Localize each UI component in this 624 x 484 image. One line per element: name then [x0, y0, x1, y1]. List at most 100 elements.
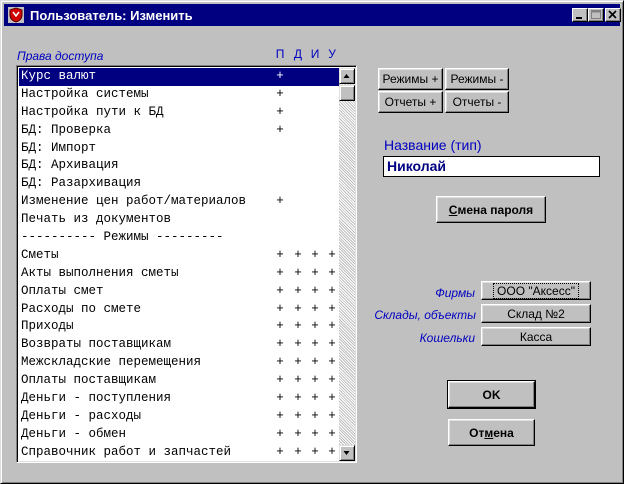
name-input[interactable]: Николай	[383, 156, 600, 177]
ok-button[interactable]: OK	[447, 380, 536, 409]
modes-plus-button[interactable]: Режимы +	[378, 68, 443, 90]
shield-icon[interactable]	[8, 7, 24, 23]
access-row[interactable]: Деньги - поступления + + + +	[19, 390, 339, 408]
cancel-button[interactable]: От м ена	[448, 419, 535, 446]
reports-minus-button[interactable]: Отчеты -	[445, 91, 509, 113]
access-row[interactable]: Настройка системы +	[19, 86, 339, 104]
access-row[interactable]: Изменение цен работ/материалов +	[19, 193, 339, 211]
access-row-label: БД: Импорт	[21, 140, 97, 155]
access-row[interactable]: Справочник работ и запчастей + + + +	[19, 444, 339, 462]
access-rights-list[interactable]: Курс валют + Настройка системы + Настройка п…	[16, 65, 357, 463]
access-row-perm-П[interactable]: +	[273, 104, 287, 122]
access-row-perm-П[interactable]: +	[273, 336, 287, 354]
access-row-perm-У[interactable]: +	[325, 283, 339, 301]
access-row-perm-П[interactable]: +	[273, 301, 287, 319]
access-row-perm-П[interactable]: +	[273, 390, 287, 408]
modes-minus-button[interactable]: Режимы -	[445, 68, 509, 90]
scroll-down-button[interactable]	[339, 445, 355, 461]
access-row-perm-Д[interactable]: +	[291, 408, 305, 426]
close-button[interactable]	[605, 8, 621, 22]
access-row-perm-И[interactable]: +	[308, 336, 322, 354]
access-row-perm-И[interactable]: +	[308, 408, 322, 426]
access-row[interactable]: Возвраты поставщикам + + + +	[19, 336, 339, 354]
access-row-perm-П[interactable]: +	[273, 408, 287, 426]
access-row-perm-И[interactable]: +	[308, 426, 322, 444]
access-row[interactable]: БД: Разархивация	[19, 175, 339, 193]
access-row-perm-П[interactable]: +	[273, 372, 287, 390]
access-row-perm-Д[interactable]: +	[291, 301, 305, 319]
access-row[interactable]: Межскладские перемещения + + + +	[19, 354, 339, 372]
access-row[interactable]: Оплаты поставщикам + + + +	[19, 372, 339, 390]
access-row-perm-П[interactable]: +	[273, 68, 287, 86]
access-row-perm-У[interactable]: +	[325, 372, 339, 390]
access-row[interactable]: БД: Проверка +	[19, 122, 339, 140]
change-password-button[interactable]: Смена пароля	[436, 196, 546, 223]
access-row-perm-Д[interactable]: +	[291, 318, 305, 336]
access-row-perm-И[interactable]: +	[308, 354, 322, 372]
title-bar[interactable]: Пользователь: Изменить	[4, 4, 621, 26]
access-row[interactable]: Акты выполнения сметы + + + +	[19, 265, 339, 283]
access-row-perm-П[interactable]: +	[273, 247, 287, 265]
access-row-perm-И[interactable]: +	[308, 247, 322, 265]
access-row[interactable]: Деньги - обмен + + + +	[19, 426, 339, 444]
access-row-perm-Д[interactable]: +	[291, 426, 305, 444]
firms-select-button[interactable]: ООО "Аксесс"	[481, 281, 591, 300]
reports-plus-button[interactable]: Отчеты +	[378, 91, 443, 113]
access-row[interactable]: Оплаты смет + + + +	[19, 283, 339, 301]
access-row[interactable]: Расходы по смете + + + +	[19, 301, 339, 319]
access-row-perm-Д[interactable]: +	[291, 283, 305, 301]
list-scrollbar[interactable]	[339, 68, 355, 461]
access-row-label: Справочник работ и запчастей	[21, 444, 232, 459]
access-row-perm-Д[interactable]: +	[291, 444, 305, 462]
access-row-perm-У[interactable]: +	[325, 444, 339, 462]
access-row-perm-П[interactable]: +	[273, 265, 287, 283]
access-row[interactable]: Деньги - расходы + + + +	[19, 408, 339, 426]
access-row-perm-Д[interactable]: +	[291, 372, 305, 390]
access-row-perm-Д[interactable]: +	[291, 354, 305, 372]
access-row[interactable]: Приходы + + + +	[19, 318, 339, 336]
access-row[interactable]: Печать из документов	[19, 211, 339, 229]
access-row-perm-П[interactable]: +	[273, 122, 287, 140]
access-row-perm-И[interactable]: +	[308, 318, 322, 336]
wallets-select-button[interactable]: Касса	[481, 327, 591, 346]
maximize-button[interactable]	[588, 8, 604, 22]
access-row[interactable]: БД: Архивация	[19, 157, 339, 175]
access-row[interactable]: Настройка пути к БД +	[19, 104, 339, 122]
access-row-perm-И[interactable]: +	[308, 390, 322, 408]
access-row-perm-Д[interactable]: +	[291, 336, 305, 354]
access-row-perm-П[interactable]: +	[273, 86, 287, 104]
access-row-perm-И[interactable]: +	[308, 283, 322, 301]
access-row-perm-Д[interactable]: +	[291, 265, 305, 283]
warehouses-select-button[interactable]: Склад №2	[481, 304, 591, 323]
scroll-thumb[interactable]	[339, 85, 355, 101]
access-row[interactable]: Курс валют +	[19, 68, 339, 86]
access-row-perm-И[interactable]: +	[308, 372, 322, 390]
scroll-up-button[interactable]	[339, 68, 355, 84]
access-row-perm-У[interactable]: +	[325, 408, 339, 426]
access-row-perm-И[interactable]: +	[308, 301, 322, 319]
access-row-label: ---------- Режимы ---------	[21, 230, 224, 245]
access-row-perm-У[interactable]: +	[325, 301, 339, 319]
access-row[interactable]: ---------- Режимы ---------	[19, 229, 339, 247]
access-row-perm-У[interactable]: +	[325, 354, 339, 372]
access-row-perm-Д[interactable]: +	[291, 247, 305, 265]
access-row-perm-П[interactable]: +	[273, 354, 287, 372]
access-row-perm-У[interactable]: +	[325, 390, 339, 408]
access-row-perm-У[interactable]: +	[325, 247, 339, 265]
access-row-perm-Д[interactable]: +	[291, 390, 305, 408]
minimize-button[interactable]	[572, 8, 588, 22]
access-row-perm-П[interactable]: +	[273, 426, 287, 444]
access-row-perm-У[interactable]: +	[325, 318, 339, 336]
access-row-perm-И[interactable]: +	[308, 444, 322, 462]
access-row-perm-И[interactable]: +	[308, 265, 322, 283]
access-row-perm-П[interactable]: +	[273, 283, 287, 301]
access-row-perm-У[interactable]: +	[325, 336, 339, 354]
access-row-perm-П[interactable]: +	[273, 444, 287, 462]
access-row-perm-П[interactable]: +	[273, 318, 287, 336]
access-row[interactable]: БД: Импорт	[19, 140, 339, 158]
access-row-perm-П[interactable]: +	[273, 193, 287, 211]
access-row-perm-У[interactable]: +	[325, 265, 339, 283]
access-row[interactable]: Сметы + + + +	[19, 247, 339, 265]
wallets-label: Кошельки	[419, 331, 475, 345]
access-row-perm-У[interactable]: +	[325, 426, 339, 444]
